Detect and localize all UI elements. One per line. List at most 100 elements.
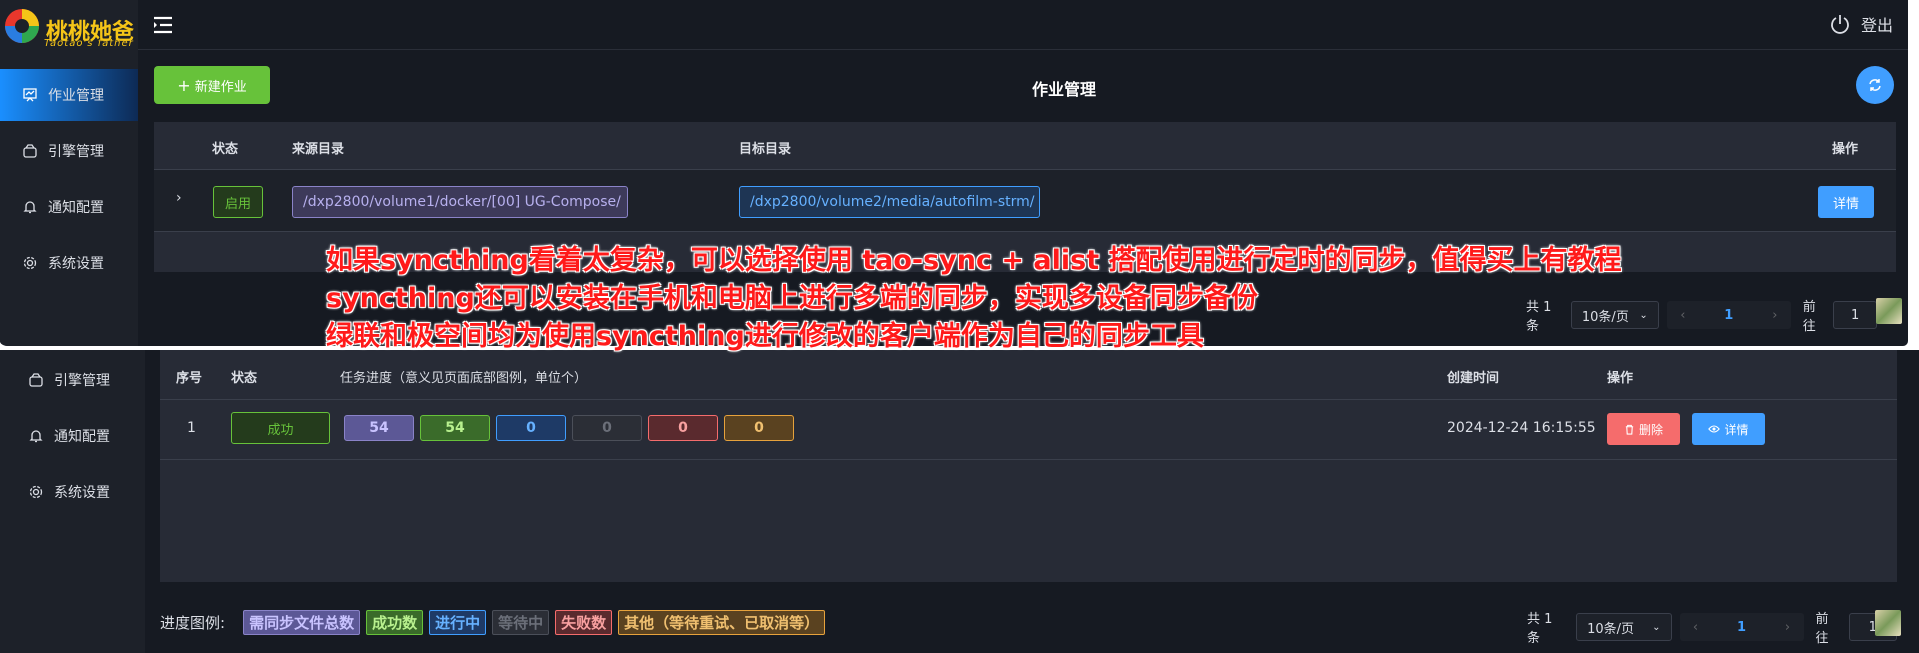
menu-toggle-icon[interactable]: [152, 14, 174, 36]
sidebar-item-label: 通知配置: [54, 429, 110, 445]
column-target: 目标目录: [739, 142, 792, 157]
task-table: 序号 状态 任务进度（意义见页面底部图例，单位个） 创建时间 操作 1 成功 5…: [160, 350, 1897, 582]
table-header: 状态 来源目录 目标目录 操作: [154, 122, 1896, 170]
engine-icon: [29, 373, 43, 387]
new-job-label: 新建作业: [194, 79, 247, 95]
annotation-line-3: 绿联和极空间均为使用syncthing进行修改的客户端作为自己的同步工具: [326, 321, 1204, 352]
page-title: 作业管理: [1032, 80, 1097, 99]
column-status: 状态: [212, 142, 239, 157]
current-page[interactable]: 1: [1699, 308, 1759, 323]
detail-button[interactable]: 详情: [1692, 413, 1765, 445]
target-path: /dxp2800/volume2/media/autofilm-strm/: [739, 186, 1040, 218]
page-size-value: 10条/页: [1587, 621, 1635, 637]
expand-row-icon[interactable]: ›: [176, 190, 182, 206]
logo-subtitle: Taotao's father: [44, 38, 134, 49]
column-index: 序号: [176, 371, 203, 386]
legend-item: 其他（等待重试、已取消等）: [618, 610, 826, 635]
app-logo: 桃桃她爸 Taotao's father: [0, 0, 138, 52]
pager-total: 共 1 条: [1527, 612, 1553, 646]
sidebar-item-settings[interactable]: 系统设置: [28, 482, 110, 502]
legend-items: 需同步文件总数 成功数 进行中 等待中 失败数 其他（等待重试、已取消等）: [243, 610, 826, 635]
plus-icon: +: [177, 75, 191, 95]
source-path-text: /dxp2800/volume1/docker/[00] UG-Compose/: [303, 194, 621, 210]
legend-item: 需同步文件总数: [243, 610, 361, 635]
eye-icon: [1708, 425, 1721, 433]
task-icon: [23, 88, 37, 102]
status-badge: 启用: [213, 186, 263, 218]
sidebar-item-engine[interactable]: 引擎管理: [28, 370, 110, 390]
sidebar-item-notify[interactable]: 通知配置: [28, 426, 110, 446]
progress-count: 54: [344, 415, 414, 441]
task-detail-window: 引擎管理 通知配置 系统设置 序号 状态 任务进度（意义见页面底部图例，单位个）…: [0, 350, 1919, 653]
table-header: 序号 状态 任务进度（意义见页面底部图例，单位个） 创建时间 操作: [160, 350, 1897, 400]
progress-count: 0: [648, 415, 718, 441]
progress-count: 0: [572, 415, 642, 441]
sidebar-item-label: 作业管理: [48, 88, 104, 104]
goto-label: 前往: [1802, 300, 1816, 334]
engine-icon: [23, 144, 37, 158]
detail-button[interactable]: 详情: [1818, 186, 1874, 218]
legend-title: 进度图例:: [160, 614, 226, 632]
avatar-thumbnail: [1875, 610, 1901, 636]
legend-item: 失败数: [555, 610, 613, 635]
created-time: 2024-12-24 16:15:55: [1447, 420, 1596, 436]
goto-label: 前往: [1815, 612, 1829, 646]
source-path: /dxp2800/volume1/docker/[00] UG-Compose/: [292, 186, 628, 218]
next-page-icon[interactable]: ›: [1772, 620, 1804, 635]
status-badge-label: 启用: [224, 196, 251, 212]
pager: ‹ 1 ›: [1666, 301, 1791, 329]
legend-item: 进行中: [429, 610, 487, 635]
sidebar: 桃桃她爸 Taotao's father 作业管理 引擎管理 通知配置 系统设置: [0, 0, 138, 346]
column-progress: 任务进度（意义见页面底部图例，单位个）: [340, 371, 588, 386]
sidebar-item-label: 通知配置: [48, 200, 104, 216]
goto-value: 1: [1851, 307, 1860, 323]
column-source: 来源目录: [292, 142, 345, 157]
row-index: 1: [187, 420, 196, 436]
status-badge: 成功: [231, 412, 330, 444]
sidebar-item-engine[interactable]: 引擎管理: [0, 125, 138, 177]
goto-input[interactable]: 1: [1833, 301, 1877, 329]
column-created: 创建时间: [1447, 371, 1500, 386]
sidebar-item-label: 系统设置: [54, 485, 110, 501]
detail-label: 详情: [1724, 422, 1749, 437]
gear-icon: [29, 485, 43, 499]
progress-legend: 进度图例: 需同步文件总数 成功数 进行中 等待中 失败数 其他（等待重试、已取消等）: [160, 610, 826, 635]
logout-button[interactable]: 登出: [1829, 12, 1893, 36]
status-badge-label: 成功: [267, 422, 294, 438]
logo-icon: [5, 9, 39, 43]
current-page[interactable]: 1: [1712, 620, 1772, 635]
legend-item: 成功数: [366, 610, 424, 635]
task-main: 序号 状态 任务进度（意义见页面底部图例，单位个） 创建时间 操作 1 成功 5…: [160, 350, 1901, 653]
bell-icon: [29, 430, 43, 443]
avatar-thumbnail: [1876, 298, 1902, 324]
top-bar: 登出: [138, 0, 1908, 50]
annotation-line-1: 如果syncthing看着太复杂，可以选择使用 tao-sync + alist…: [326, 245, 1622, 276]
chevron-down-icon: ⌄: [1639, 309, 1648, 321]
gear-icon: [23, 256, 37, 270]
prev-page-icon[interactable]: ‹: [1680, 620, 1712, 635]
legend-item: 等待中: [492, 610, 550, 635]
delete-label: 删除: [1638, 422, 1663, 437]
progress-count: 54: [420, 415, 490, 441]
page-size-select[interactable]: 10条/页 ⌄: [1576, 613, 1672, 641]
logout-label: 登出: [1860, 16, 1893, 35]
column-status: 状态: [231, 371, 258, 386]
power-icon: [1831, 15, 1849, 34]
table-row: › 启用 /dxp2800/volume1/docker/[00] UG-Com…: [154, 170, 1896, 232]
target-path-text: /dxp2800/volume2/media/autofilm-strm/: [750, 194, 1035, 210]
prev-page-icon[interactable]: ‹: [1667, 308, 1699, 323]
refresh-button[interactable]: [1856, 66, 1894, 104]
sidebar-item-jobs[interactable]: 作业管理: [0, 69, 138, 121]
bell-icon: [23, 201, 37, 214]
refresh-icon: [1869, 79, 1881, 91]
column-actions: 操作: [1832, 142, 1859, 157]
new-job-button[interactable]: + 新建作业: [154, 66, 270, 104]
sidebar-item-label: 系统设置: [48, 256, 104, 272]
sidebar-item-notify[interactable]: 通知配置: [0, 181, 138, 233]
table-row: 1 成功 54 54 0 0 0 0 2024-12-24 16:15:55 删除 详情: [160, 400, 1897, 460]
progress-count: 0: [496, 415, 566, 441]
pager: ‹ 1 ›: [1679, 613, 1804, 641]
sidebar-item-settings[interactable]: 系统设置: [0, 237, 138, 289]
delete-button[interactable]: 删除: [1607, 413, 1680, 445]
next-page-icon[interactable]: ›: [1759, 308, 1791, 323]
